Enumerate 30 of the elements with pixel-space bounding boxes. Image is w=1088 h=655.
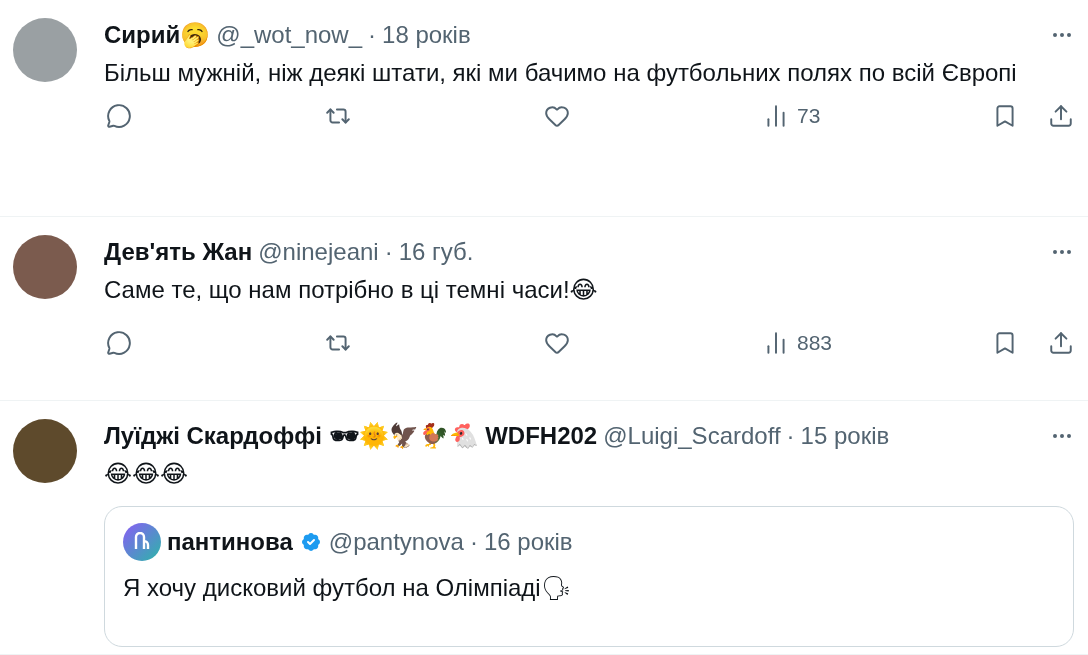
post-text: Саме те, що нам потрібно в ці темні часи!😂 <box>104 275 599 305</box>
author-handle[interactable]: @pantynova <box>328 528 464 556</box>
view-count[interactable]: 883 <box>797 331 833 355</box>
separator-dot: · <box>469 528 478 556</box>
author-name[interactable]: Дев'ять Жан <box>104 238 253 266</box>
quoted-post-card[interactable]: пантинова @pantynova · 16 років Я хочу дисковий футбол на Олімпіаді🗣 <box>104 506 1074 647</box>
logo-icon[interactable] <box>123 523 161 561</box>
separator-dot: · <box>786 422 795 450</box>
post-time[interactable]: 16 губ. <box>398 238 474 266</box>
separator-dot: · <box>368 21 377 49</box>
post-time[interactable]: 16 років <box>483 528 573 556</box>
author-handle[interactable]: @Luigi_Scardoff <box>603 422 781 450</box>
share-icon[interactable] <box>1048 103 1074 129</box>
view-count[interactable]: 73 <box>797 104 821 128</box>
separator-dot: · <box>384 238 393 266</box>
post-time[interactable]: 15 років <box>800 422 890 450</box>
reply-icon[interactable] <box>106 330 132 356</box>
post-time[interactable]: 18 років <box>382 21 471 49</box>
like-icon[interactable] <box>544 330 570 356</box>
post-text: 😂😂😂 <box>104 459 190 489</box>
author-name[interactable]: Луїджі Скардоффі 🕶🌞🦅🐓🐔 WDFH202 <box>104 422 598 450</box>
author-handle[interactable]: @ninejeani <box>258 238 379 266</box>
reply-icon[interactable] <box>106 103 132 129</box>
quoted-post-text: Я хочу дисковий футбол на Олімпіаді🗣 <box>123 573 572 603</box>
post-text: Більш мужній, ніж деякі штати, які ми бачимо на футбольних полях по всій Європі <box>104 58 1018 88</box>
author-handle[interactable]: @_wot_now_ <box>216 21 363 49</box>
author-name[interactable]: Сирий🥱 <box>104 21 211 49</box>
author-name[interactable]: пантинова <box>167 528 293 556</box>
share-icon[interactable] <box>1048 330 1074 356</box>
like-icon[interactable] <box>544 103 570 129</box>
